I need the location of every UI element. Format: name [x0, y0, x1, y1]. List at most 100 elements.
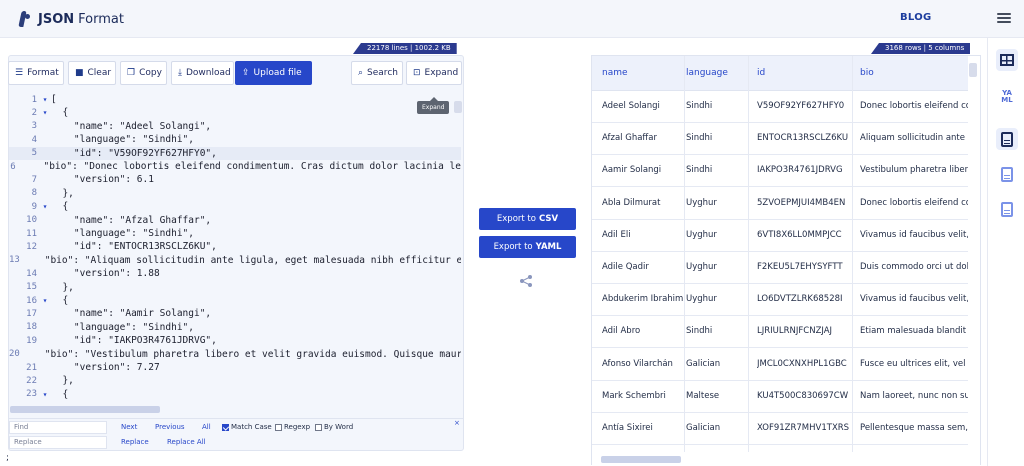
export-yaml-prefix: Export to: [493, 242, 533, 252]
table-row[interactable]: Abla Dilmurat Uyghur 5ZVOEPMJUI4MB4EN Donec…: [592, 188, 968, 220]
editor-vertical-scrollbar[interactable]: [454, 101, 462, 113]
find-input[interactable]: Find: [9, 421, 107, 434]
code-text: "language": "Sindhi",: [51, 228, 194, 239]
table-row[interactable]: Antía Sixirei Galician XOF91ZR7MHV1TXRS Pel…: [592, 413, 968, 445]
search-button[interactable]: ⌕ Search: [351, 61, 403, 85]
table-row[interactable]: Adil Eli Uyghur 6VTI8X6LL0MMPJCC Vivamus id…: [592, 220, 968, 252]
find-next-button[interactable]: Next: [121, 421, 137, 434]
table-cell-id: ENTOCR13RSCLZ6KU: [757, 133, 849, 144]
table-cell-language: Maltese: [686, 390, 720, 401]
by-word-checkbox[interactable]: By Word: [315, 421, 353, 434]
table-cell-name: Antía Sixirei: [602, 423, 653, 433]
fold-toggle-icon[interactable]: ▾: [39, 202, 51, 211]
editor-line: 14 "version": 1.88: [9, 267, 461, 280]
table-row[interactable]: Afzal Ghaffar Sindhi ENTOCR13RSCLZ6KU Aliqu…: [592, 123, 968, 156]
fold-toggle-icon[interactable]: ▾: [39, 95, 51, 104]
document-view-button-3[interactable]: [996, 198, 1018, 220]
table-row[interactable]: Aamir Solangi Sindhi IAKPO3R4761JDRVG Vesti…: [592, 155, 968, 188]
code-text: "id": "IAKPO3R4761JDRVG",: [51, 335, 217, 347]
editor-line: 18 "language": "Sindhi",: [9, 321, 461, 334]
share-icon[interactable]: [519, 274, 533, 288]
replace-button[interactable]: Replace: [121, 436, 149, 449]
table-cell-language: Galician: [686, 358, 721, 369]
download-button[interactable]: ⤓ Download: [171, 61, 234, 85]
match-case-checkbox[interactable]: Match Case: [222, 421, 272, 434]
by-word-label: By Word: [324, 423, 354, 431]
table-cell-name: Afonso Vilarchán: [602, 358, 673, 369]
find-previous-button[interactable]: Previous: [155, 421, 185, 434]
column-header-bio[interactable]: bio: [860, 68, 874, 78]
column-header-name[interactable]: name: [602, 68, 628, 78]
fold-toggle-icon[interactable]: ▾: [39, 390, 51, 399]
yaml-view-button[interactable]: YA ML: [996, 86, 1018, 108]
table-cell-language: Uyghur: [686, 262, 717, 272]
format-icon: ☰: [15, 68, 24, 78]
document-view-button[interactable]: [996, 128, 1018, 150]
hamburger-menu-icon[interactable]: [996, 11, 1012, 25]
find-replace-bar: Find Replace Next Previous All Match Cas…: [9, 418, 464, 450]
table-vertical-scrollbar[interactable]: [969, 63, 977, 77]
table-cell-id: JMCL0CXNXHPL1GBC: [757, 358, 847, 369]
expand-button[interactable]: ⊡ Expand: [406, 61, 462, 85]
table-row[interactable]: Adile Qadir Uyghur F2KEU5L7EHYSYFTT Duis co…: [592, 252, 968, 284]
editor-line: 6 "bio": "Donec lobortis eleifend condim…: [9, 160, 461, 173]
fold-toggle-icon[interactable]: ▾: [39, 108, 51, 117]
download-icon: ⤓: [178, 68, 182, 78]
table-row[interactable]: Abdukerim Ibrahim Uyghur LO6DVTZLRK68528I V…: [592, 284, 968, 317]
close-find-icon[interactable]: ×: [454, 419, 460, 427]
table-row[interactable]: Afonso Vilarchán Galician JMCL0CXNXHPL1GBC…: [592, 349, 968, 381]
logo-icon: [18, 10, 32, 28]
table-cell-name: Aamir Solangi: [602, 165, 662, 176]
document-light-icon: [1001, 201, 1013, 217]
upload-file-button[interactable]: ⇪ Upload file: [235, 61, 312, 85]
table-cell-bio: Aliquam sollicitudin ante lig: [860, 133, 968, 144]
document-view-button-2[interactable]: [996, 163, 1018, 185]
clear-button[interactable]: ■ Clear: [68, 61, 116, 85]
export-csv-button[interactable]: Export to CSV: [479, 208, 576, 230]
editor-line: 16 ▾ {: [9, 294, 461, 307]
replace-input[interactable]: Replace: [9, 436, 107, 449]
table-cell-bio: Vivamus id faucibus velit, ic: [860, 229, 968, 240]
table-cell-language: Galician: [686, 423, 721, 433]
table-cell-name: Mark Schembri: [602, 390, 666, 401]
table-row[interactable]: Mark Schembri Maltese KU4T500C830697CW Nam …: [592, 381, 968, 413]
column-header-language[interactable]: language: [686, 68, 728, 78]
editor-horizontal-scrollbar[interactable]: [10, 406, 160, 413]
export-yaml-button[interactable]: Export to YAML: [479, 236, 576, 258]
code-text: {: [51, 295, 69, 306]
format-button[interactable]: ☰ Format: [8, 61, 64, 85]
line-number: 3: [31, 121, 37, 132]
line-number: 14: [26, 268, 37, 279]
editor-line: 11 "language": "Sindhi",: [9, 227, 461, 240]
blog-link[interactable]: BLOG: [900, 12, 932, 23]
brand-logo[interactable]: JSON Format: [18, 8, 124, 30]
editor-line: 3 "name": "Adeel Solangi",: [9, 120, 461, 133]
table-cell-id: F2KEU5L7EHYSYFTT: [757, 262, 843, 272]
search-icon: ⌕: [358, 68, 364, 78]
code-text: [: [51, 94, 57, 105]
table-cell-language: Sindhi: [686, 326, 713, 337]
replace-all-button[interactable]: Replace All: [167, 436, 206, 449]
table-cell-id: XOF91ZR7MHV1TXRS: [757, 423, 850, 433]
table-horizontal-scrollbar[interactable]: [601, 456, 681, 463]
find-all-button[interactable]: All: [202, 421, 211, 434]
table-row[interactable]: Adeel Solangi Sindhi V59OF92YF627HFY0 Donec…: [592, 91, 968, 123]
json-editor[interactable]: 1 ▾[2 ▾ {3 "name": "Adeel Solangi", 4 "lang…: [9, 93, 461, 403]
code-text: "name": "Afzal Ghaffar",: [51, 214, 212, 226]
table-cell-name: Afzal Ghaffar: [602, 133, 657, 144]
yaml-icon: YA ML: [1001, 89, 1013, 104]
expand-tooltip: Expand: [417, 97, 450, 114]
line-number: 13: [9, 255, 20, 266]
table-row[interactable]: Adil Abro Sindhi LJRIULRNJFCNZJAJ Etiam mal…: [592, 316, 968, 349]
editor-line: 1 ▾[: [9, 93, 461, 106]
table-view-button[interactable]: [996, 49, 1018, 71]
regexp-checkbox[interactable]: Regexp: [275, 421, 310, 434]
fold-toggle-icon[interactable]: ▾: [39, 296, 51, 305]
code-text: "name": "Aamir Solangi",: [51, 308, 212, 320]
table-cell-bio: Vivamus id faucibus velit, ic: [860, 294, 968, 305]
code-text: "bio": "Vestibulum pharetra libero et ve…: [21, 348, 461, 360]
column-header-id[interactable]: id: [757, 68, 765, 78]
copy-button[interactable]: ❐ Copy: [120, 61, 167, 85]
checkbox-icon: [315, 424, 322, 431]
code-text: "language": "Sindhi",: [51, 321, 194, 333]
